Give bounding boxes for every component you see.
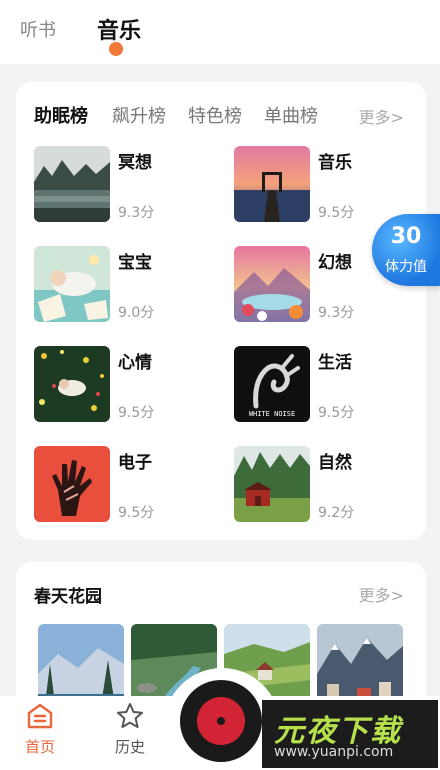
- nav-history[interactable]: 历史: [100, 702, 160, 762]
- cover-image-fantasy-landscape: [234, 246, 310, 322]
- list-item[interactable]: 冥想 9.3分: [34, 146, 224, 222]
- cover-image-flower-field: [34, 346, 110, 422]
- item-title: 冥想: [118, 153, 152, 173]
- item-title: 心情: [118, 353, 152, 373]
- ranking-tabs: 助眠榜 飙升榜 特色榜 单曲榜 更多>: [16, 102, 426, 130]
- tab-music[interactable]: 音乐: [97, 13, 141, 45]
- cover-image-white-noise-hand: WHITE NOISE: [234, 346, 310, 422]
- ranking-card: 助眠榜 飙升榜 特色榜 单曲榜 更多> 冥想 9.3分 音乐 9.5分 宝宝 9…: [16, 82, 426, 540]
- item-score: 9.3分: [318, 305, 355, 321]
- cover-image-misty-lake: [34, 146, 110, 222]
- nav-home-label: 首页: [24, 738, 55, 756]
- watermark: 元夜下载 www.yuanpi.com: [262, 700, 438, 768]
- item-title: 电子: [118, 453, 152, 473]
- tab-sleep-chart[interactable]: 助眠榜: [34, 102, 88, 128]
- tab-single-chart[interactable]: 单曲榜: [264, 102, 318, 128]
- cover-image-red-barn: [234, 446, 310, 522]
- list-item[interactable]: 心情 9.5分: [34, 346, 224, 422]
- list-item[interactable]: 宝宝 9.0分: [34, 246, 224, 322]
- item-score: 9.5分: [118, 505, 155, 521]
- stamina-label: 体力值: [385, 259, 427, 275]
- item-score: 9.0分: [118, 305, 155, 321]
- list-item[interactable]: 自然 9.2分: [234, 446, 424, 522]
- list-item[interactable]: WHITE NOISE 生活 9.5分: [234, 346, 424, 422]
- item-title: 幻想: [318, 253, 352, 273]
- item-title: 音乐: [318, 153, 352, 173]
- item-score: 9.5分: [318, 405, 355, 421]
- top-header: 听书 音乐: [0, 0, 440, 64]
- item-title: 生活: [318, 353, 352, 373]
- ranking-more-link[interactable]: 更多>: [359, 104, 404, 128]
- player-button[interactable]: [180, 680, 262, 762]
- cover-image-sunset-pier: [234, 146, 310, 222]
- tab-audiobook[interactable]: 听书: [20, 16, 56, 42]
- record-disc-icon: [197, 697, 245, 745]
- item-score: 9.5分: [318, 205, 355, 221]
- cover-image-red-hand: [34, 446, 110, 522]
- section-title: 春天花园: [34, 587, 102, 607]
- watermark-url: www.yuanpi.com: [274, 744, 394, 760]
- item-score: 9.5分: [118, 405, 155, 421]
- item-score: 9.2分: [318, 505, 355, 521]
- tab-rising-chart[interactable]: 飙升榜: [112, 102, 166, 128]
- item-title: 自然: [318, 453, 352, 473]
- home-icon: [27, 703, 53, 729]
- list-item[interactable]: 音乐 9.5分: [234, 146, 424, 222]
- stamina-badge[interactable]: 30 体力值: [372, 214, 440, 286]
- nav-history-label: 历史: [114, 738, 145, 756]
- stamina-value: 30: [390, 224, 422, 249]
- disc-center: [217, 717, 225, 725]
- item-score: 9.3分: [118, 205, 155, 221]
- white-noise-text: WHITE NOISE: [249, 410, 295, 418]
- tab-featured-chart[interactable]: 特色榜: [188, 102, 242, 128]
- list-item[interactable]: 电子 9.5分: [34, 446, 224, 522]
- garden-more-link[interactable]: 更多>: [359, 582, 404, 606]
- nav-home[interactable]: 首页: [10, 702, 70, 762]
- star-icon: [117, 703, 143, 728]
- item-title: 宝宝: [118, 253, 152, 273]
- cover-image-sleeping-baby: [34, 246, 110, 322]
- active-tab-indicator: [109, 42, 123, 56]
